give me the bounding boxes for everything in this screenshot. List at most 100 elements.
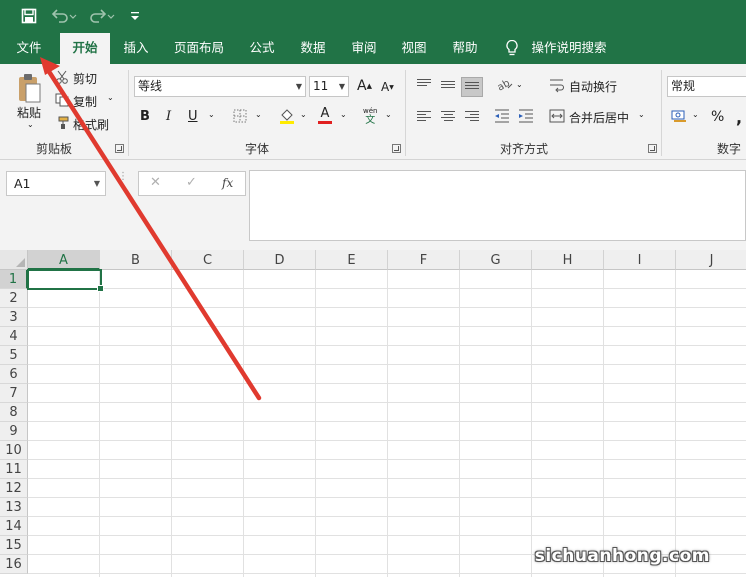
borders-dropdown-icon[interactable]: ⌄ bbox=[255, 110, 262, 119]
borders-icon[interactable] bbox=[233, 109, 247, 123]
row-header[interactable]: 6 bbox=[0, 365, 28, 384]
cut-button[interactable]: 剪切 bbox=[73, 70, 97, 87]
column-header[interactable]: C bbox=[172, 250, 244, 270]
tab-view[interactable]: 视图 bbox=[395, 33, 433, 64]
formula-input[interactable] bbox=[249, 170, 746, 241]
row-header[interactable]: 10 bbox=[0, 441, 28, 460]
row-header[interactable]: 3 bbox=[0, 308, 28, 327]
font-size-select[interactable]: 11 ▼ bbox=[309, 76, 349, 97]
tell-me-search[interactable]: 操作说明搜索 bbox=[528, 33, 610, 64]
row-header[interactable]: 11 bbox=[0, 460, 28, 479]
row-header[interactable]: 9 bbox=[0, 422, 28, 441]
phonetic-dropdown-icon[interactable]: ⌄ bbox=[385, 110, 392, 119]
insert-function-icon[interactable]: fx bbox=[222, 176, 233, 190]
merge-dropdown-icon[interactable]: ⌄ bbox=[638, 110, 645, 119]
column-header[interactable]: D bbox=[244, 250, 316, 270]
undo-icon[interactable] bbox=[50, 6, 78, 26]
grow-font-button[interactable]: A ▲ bbox=[357, 78, 372, 94]
save-icon[interactable] bbox=[18, 6, 40, 26]
align-bottom-icon[interactable] bbox=[461, 77, 483, 97]
number-format-select[interactable]: 常规 bbox=[667, 76, 746, 97]
cell-area[interactable] bbox=[28, 270, 746, 577]
column-header[interactable]: E bbox=[316, 250, 388, 270]
row-header[interactable]: 5 bbox=[0, 346, 28, 365]
italic-button[interactable]: I bbox=[166, 109, 171, 124]
increase-indent-icon[interactable] bbox=[518, 109, 534, 123]
redo-icon[interactable] bbox=[88, 6, 116, 26]
tab-home[interactable]: 开始 bbox=[60, 33, 110, 64]
tab-file[interactable]: 文件 bbox=[6, 33, 52, 64]
align-right-icon[interactable] bbox=[465, 111, 479, 123]
active-cell[interactable] bbox=[27, 269, 104, 292]
fill-color-icon[interactable] bbox=[279, 107, 295, 125]
font-color-button[interactable]: A bbox=[318, 107, 332, 124]
row-header[interactable]: 13 bbox=[0, 498, 28, 517]
chevron-down-icon[interactable]: ▼ bbox=[94, 172, 100, 195]
phonetic-guide-button[interactable]: wén 文 bbox=[363, 108, 377, 127]
row-header[interactable]: 7 bbox=[0, 384, 28, 403]
name-box-resize-icon[interactable]: ⋮ bbox=[118, 172, 128, 194]
fill-color-dropdown-icon[interactable]: ⌄ bbox=[300, 110, 307, 119]
row-header[interactable]: 14 bbox=[0, 517, 28, 536]
select-all-button[interactable] bbox=[0, 250, 28, 270]
align-top-icon[interactable] bbox=[417, 79, 431, 91]
row-header[interactable]: 4 bbox=[0, 327, 28, 346]
row-header[interactable]: 8 bbox=[0, 403, 28, 422]
align-middle-icon[interactable] bbox=[441, 81, 455, 93]
wrap-text-button[interactable]: 自动换行 bbox=[569, 78, 617, 95]
column-header[interactable]: J bbox=[676, 250, 746, 270]
wrap-text-icon[interactable] bbox=[549, 77, 565, 93]
cancel-icon[interactable]: ✕ bbox=[150, 175, 161, 190]
worksheet-grid[interactable]: A B C D E F G H I J 1 2 3 4 5 6 7 8 9 10… bbox=[0, 250, 746, 577]
format-painter-button[interactable]: 格式刷 bbox=[73, 116, 109, 133]
percent-button[interactable]: % bbox=[711, 109, 724, 125]
copy-icon[interactable] bbox=[55, 93, 69, 107]
paste-button[interactable]: 粘贴 bbox=[17, 104, 41, 121]
merge-center-button[interactable]: 合并后居中 bbox=[569, 109, 629, 126]
underline-button[interactable]: U bbox=[188, 109, 198, 124]
align-center-icon[interactable] bbox=[441, 111, 455, 123]
column-header[interactable]: I bbox=[604, 250, 676, 270]
paste-dropdown-icon[interactable]: ⌄ bbox=[27, 120, 34, 129]
bold-button[interactable]: B bbox=[140, 109, 150, 124]
tab-data[interactable]: 数据 bbox=[294, 33, 332, 64]
tab-review[interactable]: 审阅 bbox=[345, 33, 383, 64]
customize-qat-icon[interactable] bbox=[128, 6, 142, 26]
shrink-font-button[interactable]: A ▼ bbox=[381, 80, 394, 94]
name-box[interactable]: A1 ▼ bbox=[6, 171, 106, 196]
decrease-indent-icon[interactable] bbox=[494, 109, 510, 123]
column-header[interactable]: F bbox=[388, 250, 460, 270]
column-header[interactable]: H bbox=[532, 250, 604, 270]
row-header[interactable]: 1 bbox=[0, 270, 28, 289]
align-left-icon[interactable] bbox=[417, 111, 431, 123]
format-painter-icon[interactable] bbox=[55, 116, 69, 130]
copy-dropdown-icon[interactable]: ⌄ bbox=[107, 93, 114, 102]
tab-formulas[interactable]: 公式 bbox=[243, 33, 281, 64]
tab-help[interactable]: 帮助 bbox=[446, 33, 484, 64]
alignment-launcher-icon[interactable] bbox=[648, 144, 657, 153]
font-launcher-icon[interactable] bbox=[392, 144, 401, 153]
paste-icon[interactable] bbox=[16, 72, 44, 104]
accounting-format-icon[interactable] bbox=[671, 109, 687, 123]
underline-dropdown-icon[interactable]: ⌄ bbox=[208, 110, 215, 119]
orientation-icon[interactable]: ab bbox=[496, 77, 514, 91]
row-header[interactable]: 2 bbox=[0, 289, 28, 308]
accounting-dropdown-icon[interactable]: ⌄ bbox=[692, 110, 699, 119]
enter-icon[interactable]: ✓ bbox=[186, 175, 197, 190]
row-header[interactable]: 16 bbox=[0, 555, 28, 574]
copy-button[interactable]: 复制 bbox=[73, 93, 97, 110]
row-header[interactable]: 15 bbox=[0, 536, 28, 555]
column-header[interactable]: G bbox=[460, 250, 532, 270]
column-header[interactable]: A bbox=[28, 250, 100, 270]
comma-style-icon[interactable]: , bbox=[736, 108, 742, 127]
orientation-dropdown-icon[interactable]: ⌄ bbox=[516, 80, 523, 89]
cut-icon[interactable] bbox=[55, 70, 69, 84]
column-header[interactable]: B bbox=[100, 250, 172, 270]
tab-page-layout[interactable]: 页面布局 bbox=[168, 33, 230, 64]
font-color-dropdown-icon[interactable]: ⌄ bbox=[340, 110, 347, 119]
merge-center-icon[interactable] bbox=[549, 109, 565, 123]
row-header[interactable]: 12 bbox=[0, 479, 28, 498]
font-name-select[interactable]: 等线 ▼ bbox=[134, 76, 306, 97]
clipboard-launcher-icon[interactable] bbox=[115, 144, 124, 153]
tab-insert[interactable]: 插入 bbox=[116, 33, 156, 64]
